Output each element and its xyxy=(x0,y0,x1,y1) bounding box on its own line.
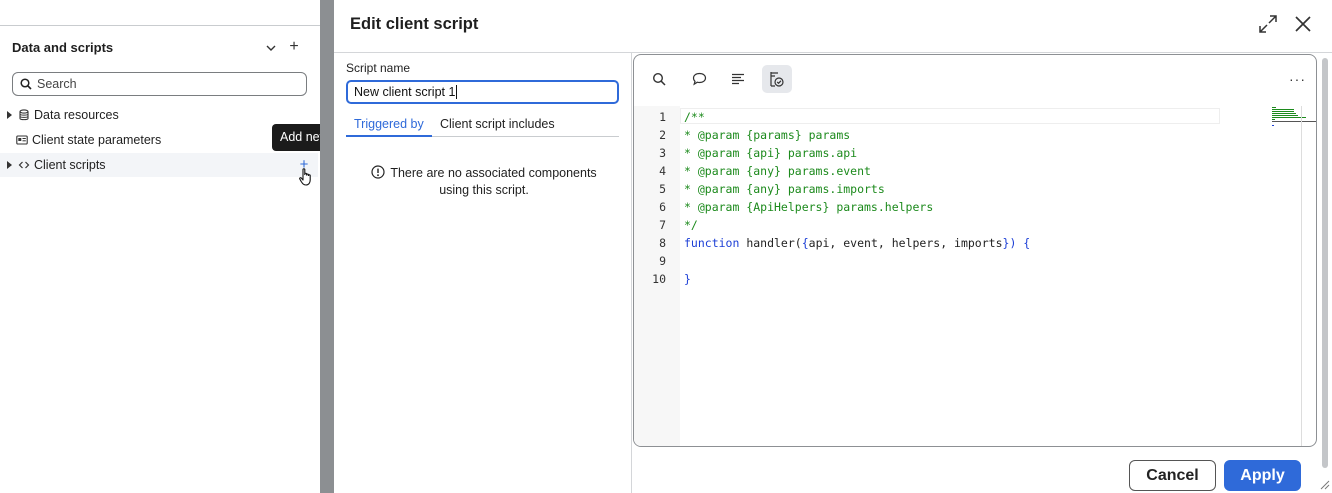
more-options-icon[interactable]: ··· xyxy=(1289,71,1306,87)
code-minimap[interactable] xyxy=(1272,106,1317,126)
editor-format-button[interactable] xyxy=(723,65,753,93)
line-number: 3 xyxy=(659,146,666,160)
tree-item-client-scripts[interactable]: Client scripts xyxy=(0,153,318,177)
hand-cursor-icon xyxy=(299,168,311,186)
code-token: ) { xyxy=(1009,236,1031,250)
empty-state-text: There are no associated components using… xyxy=(390,166,597,197)
code-token: handler( xyxy=(739,236,802,250)
tab-bar: Triggered by Client script includes xyxy=(346,113,619,137)
apply-button[interactable]: Apply xyxy=(1224,460,1301,491)
line-number: 5 xyxy=(659,182,666,196)
tree-item-label: Client scripts xyxy=(34,158,106,172)
top-divider xyxy=(0,25,320,26)
info-icon xyxy=(371,165,385,179)
chevron-down-icon[interactable] xyxy=(264,41,278,55)
tree-item-data-resources[interactable]: Data resources xyxy=(0,103,318,127)
comment-icon xyxy=(692,72,706,86)
script-name-label: Script name xyxy=(346,61,411,75)
empty-state: There are no associated components using… xyxy=(364,165,604,199)
data-scripts-panel: Data and scripts + Data resources Client… xyxy=(0,0,337,493)
code-brace: { xyxy=(801,236,809,250)
tree-item-label: Data resources xyxy=(34,108,119,122)
code-token: api, event, helpers, imports xyxy=(808,236,1003,250)
line-number-gutter: 1 2 3 4 5 6 7 8 9 10 xyxy=(634,106,680,446)
line-number: 6 xyxy=(659,200,666,214)
code-editor[interactable]: ··· 1 2 3 4 5 6 7 8 9 10 /** * @param {p… xyxy=(633,54,1317,447)
code-line: * @param {params} params xyxy=(684,128,851,142)
code-line: * @param {ApiHelpers} params.helpers xyxy=(684,200,934,214)
editor-comment-button[interactable] xyxy=(684,65,714,93)
editor-script-check-button[interactable] xyxy=(762,65,792,93)
code-line: } xyxy=(684,272,691,286)
search-icon xyxy=(652,72,666,86)
line-number: 10 xyxy=(652,272,666,286)
code-line: */ xyxy=(684,218,698,232)
dialog-scrollbar[interactable] xyxy=(1322,58,1328,468)
cancel-button[interactable]: Cancel xyxy=(1129,460,1216,491)
code-line: * @param {any} params.imports xyxy=(684,182,885,196)
line-number: 8 xyxy=(659,236,666,250)
code-keyword: function xyxy=(684,236,740,250)
tree-item-label: Client state parameters xyxy=(32,133,162,147)
script-check-icon xyxy=(770,72,784,87)
resize-grip-icon[interactable] xyxy=(1318,478,1330,490)
line-number: 7 xyxy=(659,218,666,232)
tree-item-client-state-parameters[interactable]: Client state parameters xyxy=(0,128,318,152)
code-line: * @param {any} params.event xyxy=(684,164,871,178)
add-icon[interactable]: + xyxy=(287,39,301,55)
edit-client-script-dialog: Edit client script Script name Triggered… xyxy=(334,0,1332,493)
script-name-input[interactable] xyxy=(346,80,619,104)
editor-scrollbar[interactable] xyxy=(1301,106,1302,446)
search-field[interactable] xyxy=(37,77,297,91)
code-line: * @param {api} params.api xyxy=(684,146,858,160)
line-number: 9 xyxy=(659,254,666,268)
line-number: 1 xyxy=(659,110,666,124)
text-caret xyxy=(456,85,457,99)
code-line: function handler({api, event, helpers, i… xyxy=(684,236,1030,250)
expand-icon[interactable] xyxy=(1258,14,1278,34)
panel-title: Data and scripts xyxy=(12,40,114,55)
expand-caret-icon[interactable] xyxy=(7,161,12,169)
tab-client-script-includes[interactable]: Client script includes xyxy=(432,115,563,137)
current-line-highlight xyxy=(680,108,1220,124)
expand-caret-icon[interactable] xyxy=(7,111,12,119)
search-icon xyxy=(20,78,32,90)
database-icon xyxy=(19,109,29,121)
search-input[interactable] xyxy=(12,72,307,96)
editor-toolbar: ··· xyxy=(634,55,1316,103)
format-icon xyxy=(732,73,744,85)
line-number: 4 xyxy=(659,164,666,178)
code-brackets-icon xyxy=(18,161,30,169)
code-line: /** xyxy=(684,110,705,124)
modal-backdrop xyxy=(320,0,334,493)
script-properties-panel: Script name Triggered by Client script i… xyxy=(334,53,632,493)
close-icon[interactable] xyxy=(1294,15,1312,33)
line-number: 2 xyxy=(659,128,666,142)
editor-search-button[interactable] xyxy=(644,65,674,93)
code-text-area[interactable]: /** * @param {params} params * @param {a… xyxy=(680,106,1316,446)
id-card-icon xyxy=(16,135,28,145)
tab-triggered-by[interactable]: Triggered by xyxy=(346,115,432,137)
dialog-title: Edit client script xyxy=(350,15,479,33)
